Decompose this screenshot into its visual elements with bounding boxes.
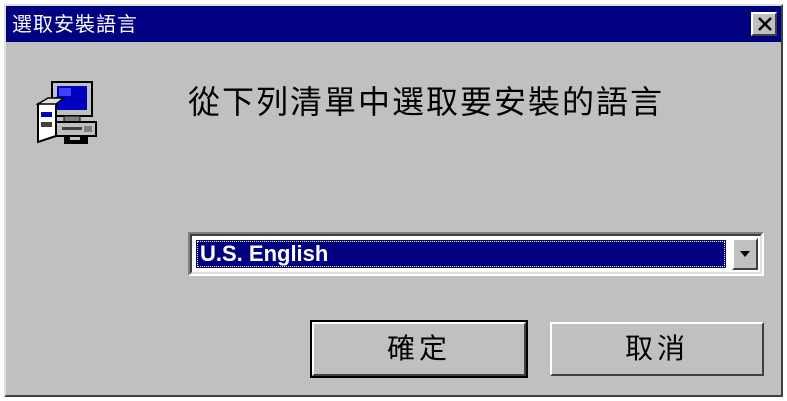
language-select[interactable]: U.S. English	[188, 232, 764, 276]
close-icon	[758, 17, 772, 31]
language-select-frame: U.S. English	[190, 234, 762, 274]
cancel-button[interactable]: 取消	[550, 322, 764, 376]
ok-button[interactable]: 確定	[310, 320, 528, 378]
language-select-value[interactable]: U.S. English	[196, 240, 726, 268]
title-bar[interactable]: 選取安裝語言	[6, 6, 781, 42]
install-language-dialog: 選取安裝語言 從下列清單中選取要安裝的語言 U.S. English 確定 取消	[4, 4, 783, 397]
close-button[interactable]	[751, 12, 777, 36]
computer-setup-icon	[34, 76, 100, 146]
dropdown-button[interactable]	[732, 238, 758, 270]
instruction-text: 從下列清單中選取要安裝的語言	[188, 83, 665, 121]
window-title: 選取安裝語言	[12, 12, 138, 36]
chevron-down-icon	[740, 251, 750, 257]
